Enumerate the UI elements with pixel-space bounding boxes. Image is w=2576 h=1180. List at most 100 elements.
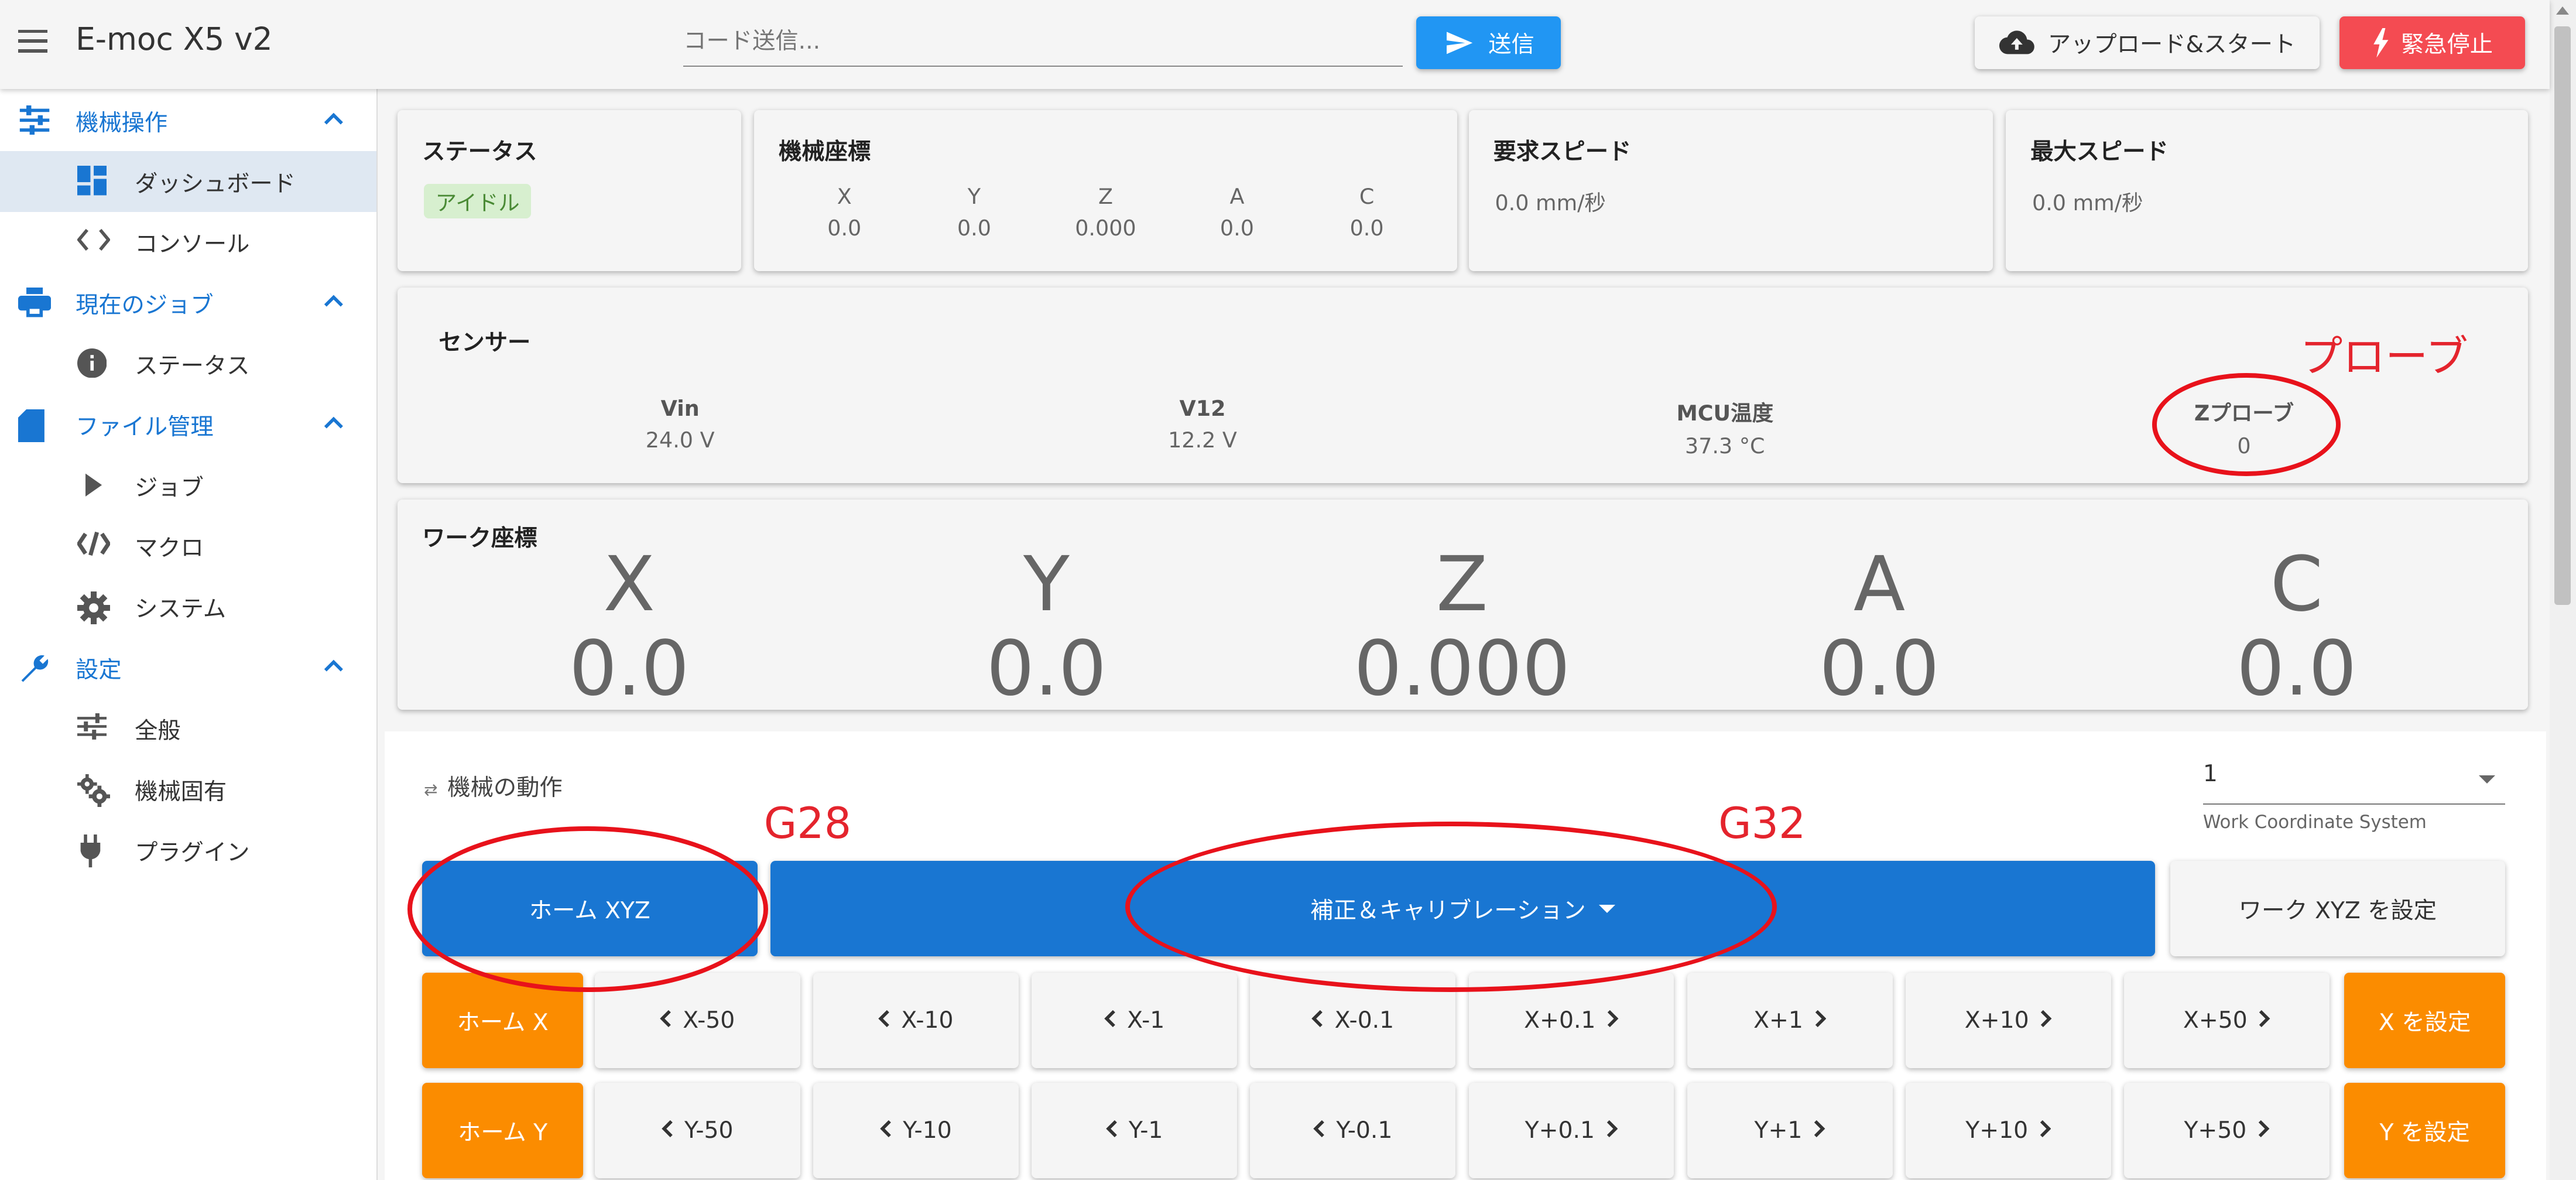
jog-y-plus-button[interactable]: Y+1 xyxy=(1687,1083,1893,1178)
info-icon xyxy=(77,348,107,378)
emergency-stop-button[interactable]: 緊急停止 xyxy=(2339,16,2525,69)
sensor-value: 12.2 V xyxy=(1168,427,1237,453)
sidebar-item-console[interactable]: コンソール xyxy=(0,212,376,273)
sidebar-item-machine-specific[interactable]: 機械固有 xyxy=(0,759,376,820)
scroll-up-arrow-icon[interactable] xyxy=(2556,6,2570,15)
axis-label: Z xyxy=(1098,184,1113,210)
sidebar-item-plugins[interactable]: プラグイン xyxy=(0,820,376,881)
chevron-right-icon xyxy=(2246,1117,2270,1144)
sidebar-item-macros[interactable]: マクロ xyxy=(0,516,376,577)
jog-x-minus-button[interactable]: X-10 xyxy=(813,973,1019,1068)
jog-y-plus-button[interactable]: Y+50 xyxy=(2124,1083,2330,1178)
jog-y-plus-button[interactable]: Y+0.1 xyxy=(1468,1083,1674,1178)
sensor-label: V12 xyxy=(1179,396,1226,422)
sidebar-item-label: マクロ xyxy=(135,535,204,562)
set-y-button[interactable]: Y を設定 xyxy=(2344,1083,2506,1178)
work-axis-c: C 0.0 xyxy=(2173,542,2420,710)
gears-icon xyxy=(77,774,110,807)
chevron-up-icon xyxy=(324,112,343,125)
max-speed-title: 最大スピード xyxy=(2030,139,2169,166)
plug-icon xyxy=(80,834,101,868)
annotation-g28: G28 xyxy=(763,798,852,849)
work-axis-label: Y xyxy=(1023,540,1070,628)
tune-icon xyxy=(19,105,50,135)
work-axis-label: X xyxy=(603,540,655,628)
axis-label: A xyxy=(1229,184,1245,210)
jog-x-plus-button[interactable]: X+1 xyxy=(1687,973,1893,1068)
nav-group-machine-control[interactable]: 機械操作 xyxy=(0,90,376,151)
home-y-button[interactable]: ホーム Y xyxy=(422,1083,584,1178)
code-icon xyxy=(77,229,110,251)
sensors-title: センサー xyxy=(439,329,531,356)
jog-y-minus-button[interactable]: Y-1 xyxy=(1032,1083,1237,1178)
jog-y-minus-button[interactable]: Y-50 xyxy=(594,1083,800,1178)
sidebar-item-label: ダッシュボード xyxy=(135,170,296,197)
nav-group-current-job[interactable]: 現在のジョブ xyxy=(0,273,376,334)
work-axis-value: 0.000 xyxy=(1354,624,1571,713)
sidebar-item-job-status[interactable]: ステータス xyxy=(0,334,376,395)
printer-icon xyxy=(18,288,51,317)
sidebar-item-system[interactable]: システム xyxy=(0,577,376,638)
work-axis-value: 0.0 xyxy=(2236,624,2357,713)
work-axis-label: Z xyxy=(1436,540,1488,628)
swap-icon: ⇄ xyxy=(423,780,438,800)
send-button[interactable]: 送信 xyxy=(1416,16,1561,69)
work-coordinate-system-select[interactable]: 1 xyxy=(2202,761,2506,805)
jog-label: Y-0.1 xyxy=(1336,1117,1393,1144)
macro-icon xyxy=(77,532,110,556)
jog-label: Y-10 xyxy=(903,1117,952,1144)
sidebar-item-jobs[interactable]: ジョブ xyxy=(0,455,376,516)
work-axis-y: Y 0.0 xyxy=(923,542,1170,710)
nav-group-settings[interactable]: 設定 xyxy=(0,638,376,699)
nav-group-file-management[interactable]: ファイル管理 xyxy=(0,394,376,455)
jog-label: X-1 xyxy=(1127,1007,1165,1034)
sidebar: 機械操作 ダッシュボード コンソール 現在のジョブ ステータス ファイル管理 ジ… xyxy=(0,88,378,1180)
work-axis-label: A xyxy=(1853,540,1906,628)
machine-axis-a: A 0.0 xyxy=(1188,184,1286,241)
requested-speed-title: 要求スピード xyxy=(1493,139,1632,166)
page-scrollbar[interactable] xyxy=(2549,0,2576,1180)
sensor-value: 37.3 °C xyxy=(1685,433,1765,459)
chevron-left-icon xyxy=(661,1117,684,1144)
machine-axis-y: Y 0.0 xyxy=(925,184,1023,241)
sensor-label: MCU温度 xyxy=(1676,401,1774,426)
work-axis-value: 0.0 xyxy=(1819,624,1940,713)
sidebar-item-dashboard[interactable]: ダッシュボード xyxy=(0,151,376,212)
max-speed-value: 0.0 mm/秒 xyxy=(2032,190,2143,216)
sidebar-item-label: コンソール xyxy=(135,231,250,258)
axis-label: C xyxy=(1359,184,1375,210)
set-x-button[interactable]: X を設定 xyxy=(2344,973,2506,1068)
axis-value: 0.0 xyxy=(1220,216,1254,241)
annotation-g32: G32 xyxy=(1718,798,1806,849)
jog-x-minus-button[interactable]: X-1 xyxy=(1032,973,1237,1068)
send-icon xyxy=(1446,32,1472,54)
sliders-icon xyxy=(77,713,107,740)
jog-label: X+10 xyxy=(1964,1007,2029,1034)
menu-icon[interactable] xyxy=(18,29,48,53)
jog-y-minus-button[interactable]: Y-0.1 xyxy=(1250,1083,1456,1178)
jog-x-plus-button[interactable]: X+50 xyxy=(2124,973,2330,1068)
status-title: ステータス xyxy=(422,139,537,166)
work-axis-label: C xyxy=(2270,540,2323,628)
nav-group-label: 設定 xyxy=(76,657,122,684)
work-coords-card: ワーク座標 X 0.0 Y 0.0 Z 0.000 A 0.0 C 0.0 xyxy=(398,500,2529,713)
app-title: E-moc X5 v2 xyxy=(76,21,273,58)
chevron-right-icon xyxy=(1803,1007,1826,1034)
wrench-icon xyxy=(21,655,49,682)
jog-x-plus-button[interactable]: X+10 xyxy=(1905,973,2111,1068)
nav-group-label: ファイル管理 xyxy=(76,413,214,440)
gear-icon xyxy=(77,591,110,625)
sensor-label: Vin xyxy=(660,396,700,422)
jog-y-minus-button[interactable]: Y-10 xyxy=(813,1083,1019,1178)
set-work-xyz-button[interactable]: ワーク XYZ を設定 xyxy=(2170,861,2506,957)
code-send-input[interactable] xyxy=(683,16,1403,67)
lightning-icon xyxy=(2373,28,2389,58)
jog-y-plus-button[interactable]: Y+10 xyxy=(1905,1083,2111,1178)
scrollbar-thumb[interactable] xyxy=(2554,26,2571,605)
chevron-left-icon xyxy=(880,1117,903,1144)
machine-coords-title: 機械座標 xyxy=(779,139,871,166)
sidebar-item-general[interactable]: 全般 xyxy=(0,699,376,760)
jog-label: Y-50 xyxy=(684,1117,734,1144)
chevron-right-icon xyxy=(2248,1007,2270,1034)
upload-start-button[interactable]: アップロード&スタート xyxy=(1974,16,2320,69)
